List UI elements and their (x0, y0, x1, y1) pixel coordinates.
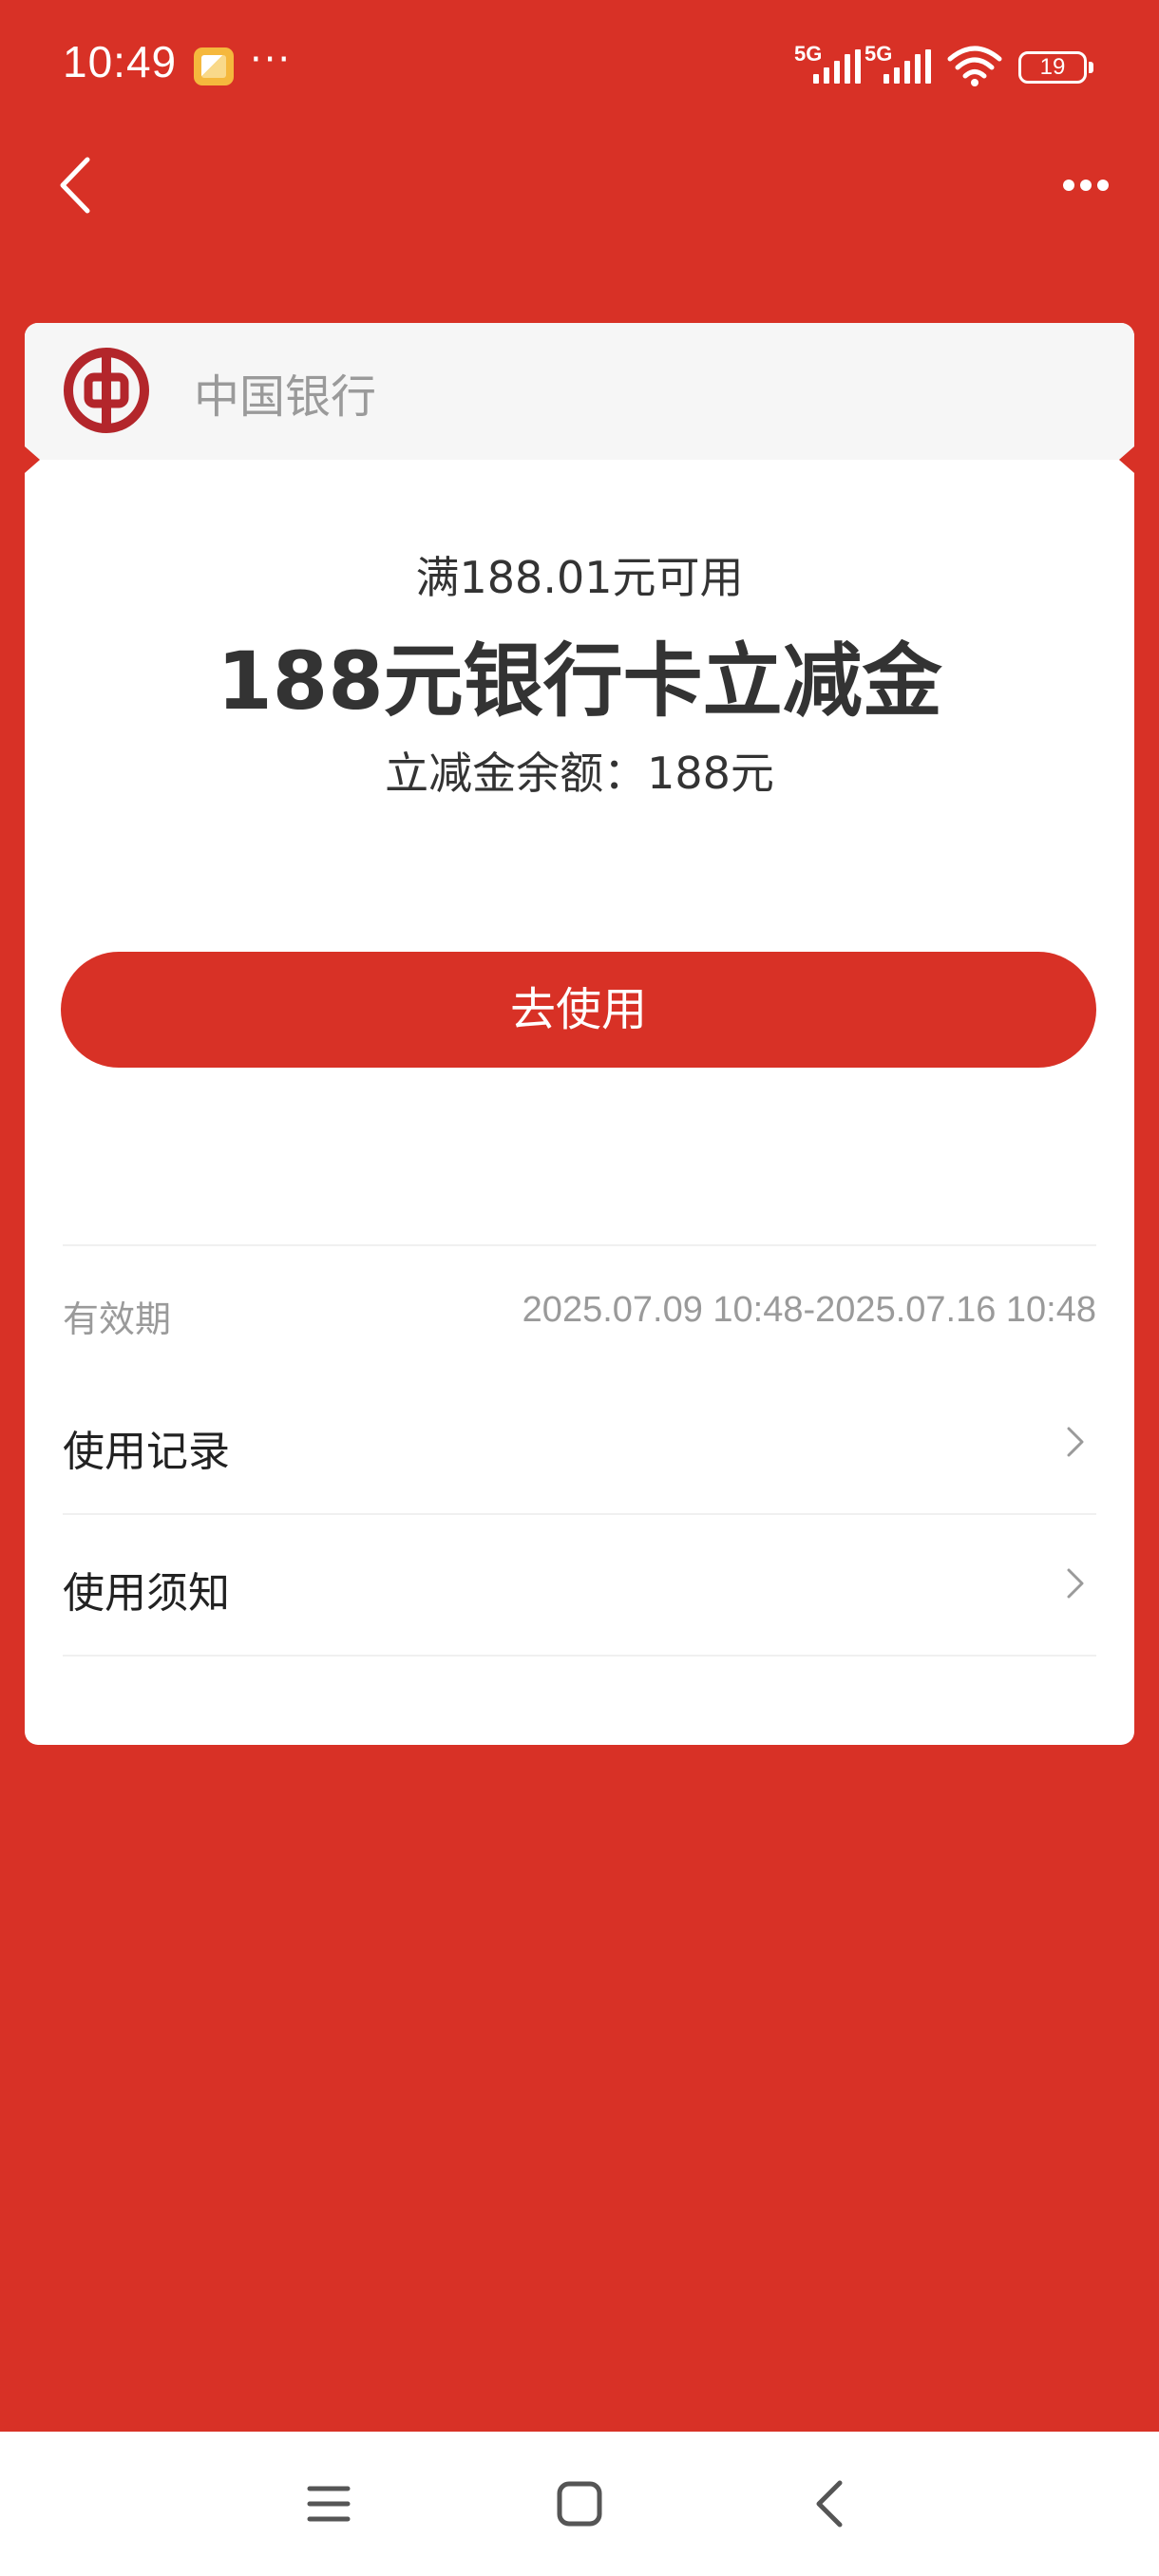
nav-back-icon[interactable] (804, 2477, 857, 2530)
usage-notes-row[interactable]: 使用须知 (63, 1513, 1096, 1654)
gallery-notification-icon (194, 47, 234, 85)
card-notch-left (25, 446, 40, 473)
home-icon[interactable] (553, 2477, 606, 2530)
more-menu-icon[interactable] (1053, 152, 1119, 218)
coupon-title: 188元银行卡立减金 (217, 635, 942, 728)
usage-threshold: 满188.01元可用 (415, 552, 744, 603)
usage-notes-label: 使用须知 (63, 1569, 230, 1618)
status-bar: 10:49 ··· 5G 5G 19 (0, 0, 1159, 133)
battery-icon: 19 (1018, 51, 1093, 84)
bank-of-china-logo (64, 348, 149, 433)
bank-name: 中国银行 (194, 370, 377, 424)
coupon-balance: 立减金余额：188元 (385, 748, 774, 799)
wifi-icon (947, 46, 1002, 86)
battery-level: 19 (1039, 54, 1066, 80)
card-header: 中国银行 (25, 323, 1134, 460)
validity-period: 2025.07.09 10:48-2025.07.16 10:48 (522, 1290, 1096, 1330)
top-nav-bar (0, 133, 1159, 237)
signal-2-icon: 5G (864, 42, 940, 87)
system-nav-bar (0, 2432, 1159, 2576)
chevron-right-icon (1067, 1568, 1084, 1599)
back-icon[interactable] (44, 152, 110, 218)
chevron-right-icon (1067, 1427, 1084, 1457)
validity-label: 有效期 (63, 1298, 172, 1340)
usage-records-label: 使用记录 (63, 1428, 230, 1476)
more-notifications-icon: ··· (250, 38, 293, 82)
divider (63, 1655, 1096, 1657)
card-notch-right (1119, 446, 1134, 473)
divider (63, 1244, 1096, 1246)
recent-apps-icon[interactable] (302, 2477, 355, 2530)
status-time: 10:49 (63, 37, 178, 86)
usage-records-row[interactable]: 使用记录 (63, 1372, 1096, 1512)
use-now-button[interactable]: 去使用 (61, 952, 1096, 1068)
signal-1-icon: 5G (794, 42, 870, 87)
coupon-card: 中国银行 满188.01元可用 188元银行卡立减金 立减金余额：188元 去使… (25, 323, 1134, 1745)
